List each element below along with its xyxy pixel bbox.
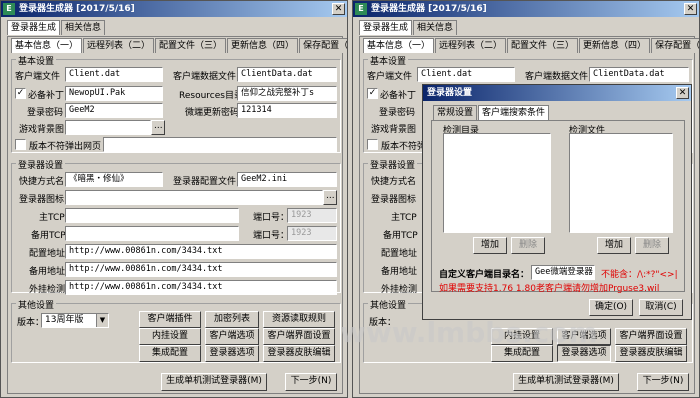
window-title: 登录器生成器 [2017/5/16]: [371, 4, 487, 14]
client-ui-button[interactable]: 客户端界面设置: [263, 328, 335, 345]
main-tcp-input[interactable]: [65, 208, 239, 223]
custom-dir-input[interactable]: Gee微端登录器: [531, 265, 595, 280]
add-file-button[interactable]: 增加: [597, 237, 631, 254]
app-icon: E: [355, 3, 367, 15]
close-button[interactable]: ✕: [332, 3, 345, 15]
next-button[interactable]: 下一步(N): [285, 373, 337, 391]
plugin-url-input[interactable]: http://www.00861n.com/3434.txt: [65, 280, 337, 295]
icon-input[interactable]: [65, 190, 323, 205]
version-popup-url[interactable]: [103, 137, 337, 152]
cancel-button[interactable]: 取消(C): [639, 299, 683, 316]
client-file-input[interactable]: Client.dat: [65, 67, 163, 82]
patch-checkbox[interactable]: ✓: [15, 88, 26, 99]
config-input[interactable]: GeeM2.ini: [237, 172, 337, 187]
password-input[interactable]: GeeM2: [65, 103, 163, 118]
client-data-input[interactable]: ClientData.dat: [589, 67, 689, 82]
client-options-button[interactable]: 客户端选项: [205, 328, 259, 345]
dialog-title-bar: 登录器设置 ✕: [423, 85, 691, 101]
title-bar: E 登录器生成器 [2017/5/16] ✕: [353, 1, 699, 17]
version-select[interactable]: 13周年版 ▼: [41, 313, 109, 328]
config-url-input[interactable]: http://www.00861n.com/3434.txt: [65, 244, 337, 259]
tab-save[interactable]: 保存配置（五）: [651, 38, 699, 53]
tab-basic[interactable]: 基本信息（一）: [11, 38, 83, 53]
backup-url-input[interactable]: http://www.00861n.com/3434.txt: [65, 262, 337, 277]
client-plugin-button[interactable]: 客户端插件: [139, 311, 201, 328]
backup-tcp-input[interactable]: [65, 226, 239, 241]
title-bar: E 登录器生成器 [2017/5/16] ✕: [1, 1, 347, 17]
next-button[interactable]: 下一步(N): [637, 373, 689, 391]
launcher-skin-button[interactable]: 登录器皮肤编辑: [263, 345, 335, 362]
generate-test-launcher-button[interactable]: 生成单机测试登录器(M): [161, 373, 267, 391]
tab-config[interactable]: 配置文件（三）: [155, 38, 227, 53]
background-input[interactable]: [65, 120, 151, 135]
close-button[interactable]: ✕: [684, 3, 697, 15]
warning-text: 不能含：/\:*?"<>|: [601, 270, 678, 280]
generate-test-launcher-button[interactable]: 生成单机测试登录器(M): [513, 373, 619, 391]
compat-note: 如果需要支持1.76 1.80老客户端请勿增加Prguse3.wil: [439, 284, 660, 294]
patch-input[interactable]: NewopUI.Pak: [65, 86, 163, 101]
resources-input[interactable]: 信仰之战完整补丁s: [237, 86, 337, 101]
dialog-close-button[interactable]: ✕: [676, 87, 689, 99]
client-data-input[interactable]: ClientData.dat: [237, 67, 337, 82]
launcher-settings-dialog: 登录器设置 ✕ 常规设置 客户端搜索条件 检测目录 增加 删除 检测文件 增加 …: [422, 84, 692, 320]
ok-button[interactable]: 确定(O): [589, 299, 633, 316]
client-ui-button[interactable]: 客户端界面设置: [615, 328, 687, 345]
generator-window-left: E 登录器生成器 [2017/5/16] ✕ 登录器生成 相关信息 基本信息（一…: [0, 0, 348, 398]
window-title: 登录器生成器 [2017/5/16]: [19, 4, 135, 14]
shortcut-input[interactable]: 《暗黑・修仙》: [65, 172, 163, 187]
micro-password-input[interactable]: 121314: [237, 103, 337, 118]
client-file-input[interactable]: Client.dat: [417, 67, 515, 82]
watermark: www.lmbbs.com: [340, 316, 598, 349]
version-popup-checkbox[interactable]: [367, 139, 378, 150]
icon-browse-button[interactable]: ...: [323, 190, 337, 205]
resource-rules-button[interactable]: 资源读取规则: [263, 311, 335, 328]
tab-update[interactable]: 更新信息（四）: [579, 38, 651, 53]
tab-general[interactable]: 常规设置: [433, 105, 478, 120]
launcher-options-button[interactable]: 登录器选项: [205, 345, 259, 362]
chevron-down-icon: ▼: [96, 314, 108, 327]
encrypt-list-button[interactable]: 加密列表: [205, 311, 259, 328]
tab-info[interactable]: 相关信息: [413, 20, 458, 35]
tab-config[interactable]: 配置文件（三）: [507, 38, 579, 53]
tab-generator[interactable]: 登录器生成: [359, 20, 413, 35]
patch-checkbox[interactable]: ✓: [367, 88, 378, 99]
app-icon: E: [3, 3, 15, 15]
integrated-config-button[interactable]: 集成配置: [139, 345, 201, 362]
version-popup-checkbox[interactable]: [15, 139, 26, 150]
remove-dir-button[interactable]: 删除: [511, 237, 545, 254]
launcher-skin-button[interactable]: 登录器皮肤编辑: [615, 345, 687, 362]
tab-client-search[interactable]: 客户端搜索条件: [478, 105, 550, 120]
dialog-title: 登录器设置: [427, 88, 473, 98]
tab-save[interactable]: 保存配置（五）: [299, 38, 347, 53]
tab-basic[interactable]: 基本信息（一）: [363, 38, 435, 53]
tab-generator[interactable]: 登录器生成: [7, 20, 61, 35]
tab-info[interactable]: 相关信息: [61, 20, 106, 35]
tab-remote[interactable]: 远程列表（二）: [83, 38, 155, 53]
main-port-input[interactable]: 1923: [287, 208, 337, 223]
tab-remote[interactable]: 远程列表（二）: [435, 38, 507, 53]
file-list[interactable]: [569, 133, 673, 233]
dir-list[interactable]: [443, 133, 551, 233]
tab-update[interactable]: 更新信息（四）: [227, 38, 299, 53]
backup-port-input[interactable]: 1923: [287, 226, 337, 241]
inner-plugin-button[interactable]: 内挂设置: [139, 328, 201, 345]
add-dir-button[interactable]: 增加: [473, 237, 507, 254]
remove-file-button[interactable]: 删除: [635, 237, 669, 254]
browse-button[interactable]: ...: [151, 120, 165, 135]
